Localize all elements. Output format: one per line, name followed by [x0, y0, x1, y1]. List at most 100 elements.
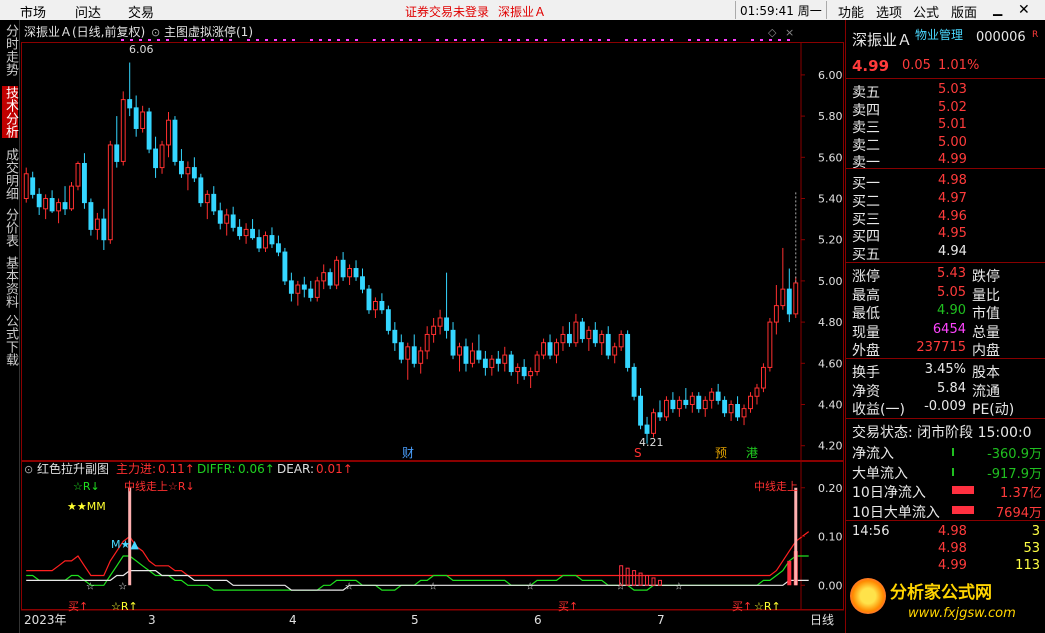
login-warning[interactable]: 证券交易未登录	[405, 3, 489, 20]
tab-formula-download[interactable]: 公式下载	[2, 314, 18, 366]
stat-label: 换手	[852, 365, 880, 381]
menu-options[interactable]: 选项	[876, 2, 902, 21]
flow-label: 10日净流入	[852, 485, 926, 501]
menu-market[interactable]: 市场	[20, 2, 46, 21]
candle-down	[191, 167, 197, 179]
menu-formula[interactable]: 公式	[913, 2, 939, 21]
event-marker-hk[interactable]: 港	[746, 446, 758, 460]
tab-trade-detail[interactable]: 成交明细	[2, 148, 18, 200]
stat-label: 市值	[972, 306, 1000, 322]
sub-indicator-name[interactable]: 红色拉升副图	[37, 461, 109, 476]
candle-up	[469, 350, 475, 364]
y-tick-label: 5.60	[818, 151, 843, 164]
event-marker-s[interactable]: S	[634, 446, 642, 460]
watermark-url: www.fxjgsw.com	[908, 606, 1016, 621]
limit-up-marker	[445, 39, 448, 41]
candle-up	[56, 202, 62, 212]
limit-up-marker	[697, 39, 700, 41]
sector-tag[interactable]: 物业管理	[915, 26, 963, 43]
diffr-label: DIFFR:	[197, 462, 236, 476]
limit-up-marker	[220, 39, 223, 41]
star-marker: ☆	[674, 581, 683, 592]
ask-price[interactable]: 5.01	[938, 117, 967, 132]
menu-layout[interactable]: 版面	[951, 2, 977, 21]
candle-up	[502, 354, 508, 364]
tick-time: 14:56	[852, 524, 890, 539]
limit-up-marker	[139, 39, 142, 41]
menu-wenda[interactable]: 问达	[75, 2, 101, 21]
trade-state: 交易状态: 闭市阶段 15:00:0	[852, 425, 1032, 441]
limit-up-marker	[535, 39, 538, 41]
spike-marker	[794, 487, 798, 586]
event-marker-finance[interactable]: 财	[402, 446, 414, 460]
candle-down	[301, 284, 307, 290]
diamond-icon[interactable]: ◇	[768, 26, 777, 39]
candle-up	[780, 288, 786, 307]
limit-up-marker	[193, 39, 196, 41]
candle-down	[696, 395, 702, 410]
y-tick-label: 4.60	[818, 357, 843, 370]
bid-price[interactable]: 4.95	[938, 226, 967, 241]
candle-up	[295, 284, 301, 294]
ask-price[interactable]: 5.03	[938, 82, 967, 97]
candle-down	[153, 148, 159, 169]
candle-up	[773, 305, 779, 323]
candle-down	[644, 424, 650, 434]
main-indicator-name[interactable]: 主图虚拟涨停(1)	[164, 24, 253, 39]
candle-down	[411, 346, 417, 364]
ask-price[interactable]: 5.02	[938, 100, 967, 115]
tab-technical[interactable]: 技术分析	[2, 86, 18, 138]
sub-settings-icon[interactable]: ⊙	[24, 463, 33, 476]
limit-up-marker	[544, 39, 547, 41]
candle-down	[521, 366, 527, 377]
bid-price[interactable]: 4.94	[938, 244, 967, 259]
candle-up	[573, 321, 579, 344]
flow-value: 7694万	[995, 505, 1042, 521]
star-marker: ☆	[86, 581, 95, 592]
limit-up-marker	[229, 39, 232, 41]
star-marker: ☆	[345, 581, 354, 592]
menu-separator	[826, 1, 827, 19]
candle-down	[288, 280, 294, 294]
close-indicator-icon[interactable]: ×	[785, 26, 794, 39]
limit-up-marker	[373, 39, 376, 41]
kline-chart[interactable]: ☆ ☆ ☆ ☆ ☆ ☆ ☆ 6.00 5.80 5.60 5.40 5.20 5.00 4.80 4.60…	[21, 20, 844, 633]
bid-price[interactable]: 4.96	[938, 209, 967, 224]
candle-up	[334, 259, 340, 286]
tab-timeshare[interactable]: 分时走势	[2, 24, 18, 76]
ask-price[interactable]: 5.00	[938, 135, 967, 150]
candle-down	[81, 162, 87, 204]
menu-function[interactable]: 功能	[838, 2, 864, 21]
tick-price: 4.98	[938, 541, 967, 556]
limit-up-marker	[715, 39, 718, 41]
ask-price[interactable]: 4.99	[938, 152, 967, 167]
candle-down	[670, 399, 676, 410]
candle-down	[398, 342, 404, 360]
candle-up	[793, 282, 799, 315]
tab-basic-info[interactable]: 基本资料	[2, 256, 18, 308]
bid-price[interactable]: 4.97	[938, 191, 967, 206]
flow-value: -917.9万	[987, 466, 1042, 482]
candle-up	[314, 280, 320, 298]
menu-trade[interactable]: 交易	[128, 2, 154, 21]
event-marker-forecast[interactable]: 预	[715, 446, 727, 460]
candle-down	[450, 329, 456, 356]
bid-price[interactable]: 4.98	[938, 173, 967, 188]
flow-bar	[952, 448, 954, 456]
candle-down	[282, 251, 288, 282]
candle-down	[547, 342, 553, 356]
clock: 01:59:41 周一	[740, 4, 822, 18]
dear-value: 0.01↑	[316, 462, 353, 476]
settings-icon[interactable]: ⊙	[151, 26, 160, 39]
chart-area[interactable]: ☆ ☆ ☆ ☆ ☆ ☆ ☆ 6.00 5.80 5.60 5.40 5.20 5.00 4.80 4.60…	[21, 20, 844, 633]
divider	[846, 418, 1045, 419]
period-label[interactable]: 日线	[810, 613, 834, 627]
flow-label: 10日大单流入	[852, 504, 940, 521]
close-icon[interactable]: ✕	[1018, 2, 1030, 18]
tab-price-table[interactable]: 分价表	[2, 208, 18, 247]
minimize-icon[interactable]: ▁	[993, 2, 1002, 16]
candle-down	[30, 177, 36, 195]
limit-up-marker	[265, 39, 268, 41]
candle-up	[748, 395, 753, 410]
candle-down	[353, 268, 359, 278]
